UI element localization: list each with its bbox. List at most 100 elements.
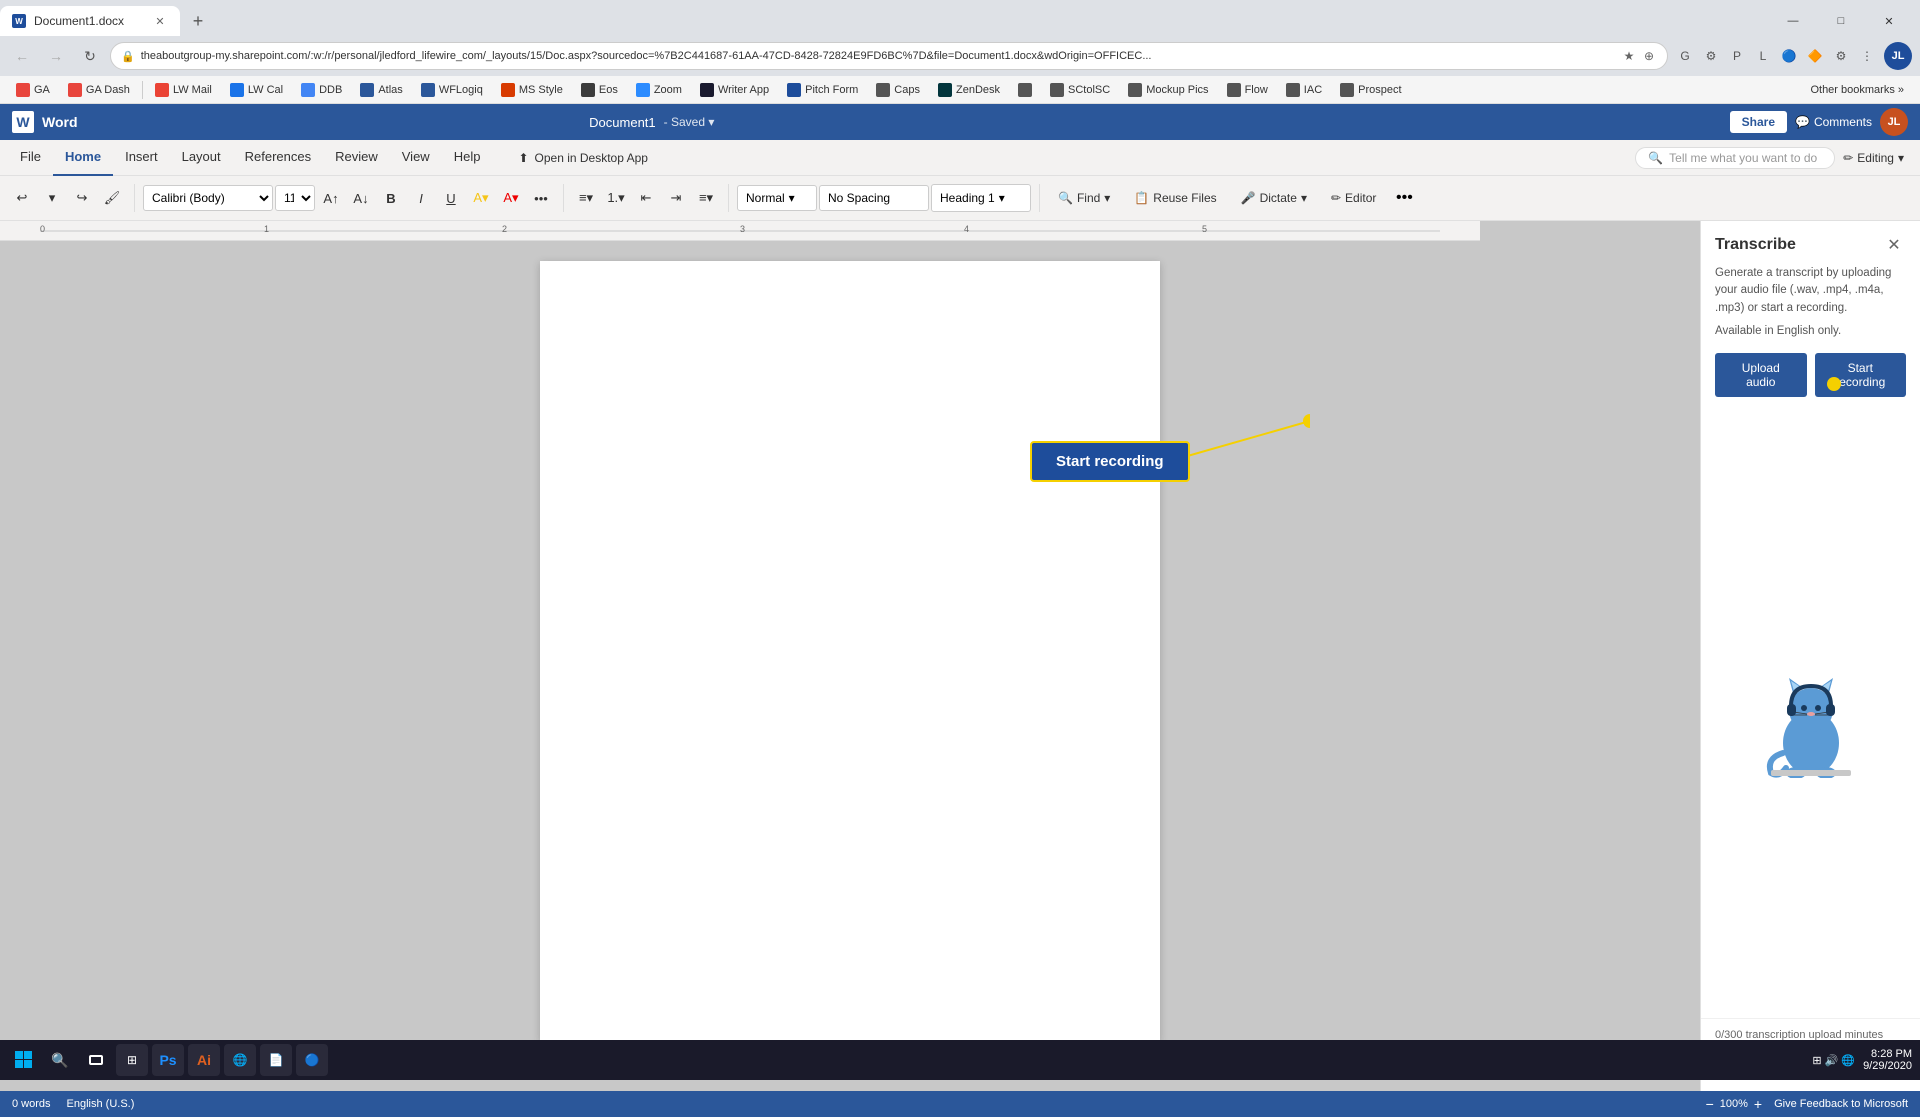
zoom-out-button[interactable]: − (1706, 1096, 1714, 1112)
maximize-button[interactable]: □ (1818, 6, 1864, 36)
font-name-selector[interactable]: Calibri (Body) (143, 185, 273, 211)
underline-button[interactable]: U (437, 184, 465, 212)
user-profile[interactable]: JL (1880, 108, 1908, 136)
bookmark-atlas[interactable]: Atlas (352, 81, 410, 99)
font-color-button[interactable]: A▾ (497, 184, 525, 212)
open-desktop-button[interactable]: ⬆ Open in Desktop App (508, 147, 657, 169)
dictate-button[interactable]: 🎤 Dictate ▾ (1231, 187, 1317, 209)
taskbar-app-6[interactable]: 🔵 (296, 1044, 328, 1076)
reuse-files-button[interactable]: 📋 Reuse Files (1124, 187, 1226, 209)
redo-button[interactable]: ↪ (68, 184, 96, 212)
tab-home[interactable]: Home (53, 140, 113, 176)
tab-help[interactable]: Help (442, 140, 493, 176)
close-button[interactable]: ✕ (1866, 6, 1912, 36)
decrease-indent-button[interactable]: ⇤ (632, 184, 660, 212)
taskbar-app-1[interactable]: ⊞ (116, 1044, 148, 1076)
ext-icon-6[interactable]: 🔶 (1804, 45, 1826, 67)
taskbar-app-photoshop[interactable]: Ps (152, 1044, 184, 1076)
more-font-button[interactable]: ••• (527, 184, 555, 212)
bookmark-ms-style[interactable]: MS Style (493, 81, 571, 99)
bold-button[interactable]: B (377, 184, 405, 212)
star-icon[interactable]: ★ (1621, 48, 1637, 64)
document-area[interactable]: 0 1 2 3 4 5 Start recording (0, 221, 1700, 1091)
browser-tab[interactable]: W Document1.docx ✕ (0, 6, 180, 36)
bookmark-ddb[interactable]: DDB (293, 81, 350, 99)
editing-mode-button[interactable]: ✏ Editing ▾ (1835, 148, 1912, 168)
minimize-button[interactable]: — (1770, 6, 1816, 36)
bookmark-ga[interactable]: GA (8, 81, 58, 99)
style-normal-dropdown[interactable]: Normal ▾ (737, 185, 817, 211)
bookmark-pitch-form[interactable]: Pitch Form (779, 81, 866, 99)
bookmark-wflogiq[interactable]: WFLogiq (413, 81, 491, 99)
taskbar-app-edge[interactable]: 🌐 (224, 1044, 256, 1076)
zoom-in-button[interactable]: + (1754, 1096, 1762, 1112)
ext-icon-5[interactable]: 🔵 (1778, 45, 1800, 67)
comments-button[interactable]: 💬 Comments (1795, 115, 1872, 129)
find-button[interactable]: 🔍 Find ▾ (1048, 187, 1120, 209)
bookmark-zoom[interactable]: Zoom (628, 81, 690, 99)
upload-audio-button[interactable]: Upload audio (1715, 353, 1807, 397)
bookmark-sctolsc[interactable]: SCtolSC (1042, 81, 1118, 99)
ext-icon-3[interactable]: P (1726, 45, 1748, 67)
bookmark-lw-mail[interactable]: LW Mail (147, 81, 220, 99)
feedback-button[interactable]: Give Feedback to Microsoft (1774, 1098, 1908, 1110)
more-options-button[interactable]: ••• (1390, 184, 1418, 212)
start-button[interactable] (8, 1044, 40, 1076)
bookmark-zendesk[interactable]: ZenDesk (930, 81, 1008, 99)
search-taskbar-button[interactable]: 🔍 (44, 1044, 76, 1076)
increase-font-button[interactable]: A↑ (317, 184, 345, 212)
tab-review[interactable]: Review (323, 140, 390, 176)
bookmark-mockup-pics[interactable]: Mockup Pics (1120, 81, 1216, 99)
bookmark-caps[interactable]: Caps (868, 81, 928, 99)
bookmark-ga-dash[interactable]: GA Dash (60, 81, 138, 99)
new-tab-button[interactable]: + (184, 7, 212, 35)
undo-button[interactable]: ↩ (8, 184, 36, 212)
profile-button[interactable]: JL (1884, 42, 1912, 70)
heading1-dropdown[interactable]: Heading 1 ▾ (931, 184, 1031, 212)
share-button[interactable]: Share (1730, 111, 1787, 133)
numbering-button[interactable]: 1.▾ (602, 184, 630, 212)
style-no-spacing-dropdown[interactable]: No Spacing (819, 185, 929, 211)
font-size-selector[interactable]: 11 (275, 185, 315, 211)
highlight-color-button[interactable]: A▾ (467, 184, 495, 212)
settings-button[interactable]: ⋮ (1856, 45, 1878, 67)
extension-icon[interactable]: ⊕ (1641, 48, 1657, 64)
bookmark-eos[interactable]: Eos (573, 81, 626, 99)
ext-icon-7[interactable]: ⚙ (1830, 45, 1852, 67)
tab-close-button[interactable]: ✕ (152, 13, 168, 29)
ext-icon-2[interactable]: ⚙ (1700, 45, 1722, 67)
taskbar-app-illustrator[interactable]: Ai (188, 1044, 220, 1076)
tab-references[interactable]: References (233, 140, 323, 176)
tab-view[interactable]: View (390, 140, 442, 176)
undo-dropdown[interactable]: ▾ (38, 184, 66, 212)
tab-layout[interactable]: Layout (170, 140, 233, 176)
ext-icon-4[interactable]: L (1752, 45, 1774, 67)
taskbar-app-5[interactable]: 📄 (260, 1044, 292, 1076)
editor-button[interactable]: ✏ Editor (1321, 187, 1386, 209)
ribbon-search[interactable]: 🔍 Tell me what you want to do (1635, 147, 1835, 169)
increase-indent-button[interactable]: ⇥ (662, 184, 690, 212)
tab-insert[interactable]: Insert (113, 140, 170, 176)
bookmark-lw-cal[interactable]: LW Cal (222, 81, 291, 99)
bookmark-prospect[interactable]: Prospect (1332, 81, 1409, 99)
document-page[interactable] (540, 261, 1160, 1041)
transcribe-close-button[interactable]: ✕ (1882, 233, 1906, 257)
bookmark-writer-app[interactable]: Writer App (692, 81, 777, 99)
alignment-button[interactable]: ≡▾ (692, 184, 720, 212)
italic-button[interactable]: I (407, 184, 435, 212)
format-painter-button[interactable]: 🖌 (98, 184, 126, 212)
decrease-font-button[interactable]: A↓ (347, 184, 375, 212)
bookmark-flow[interactable]: Flow (1219, 81, 1276, 99)
reload-button[interactable]: ↻ (76, 42, 104, 70)
bookmark-iac[interactable]: IAC (1278, 81, 1330, 99)
bookmark-thrasio[interactable] (1010, 81, 1040, 99)
other-bookmarks[interactable]: Other bookmarks » (1802, 82, 1912, 98)
tab-file[interactable]: File (8, 140, 53, 176)
url-bar[interactable]: 🔒 theaboutgroup-my.sharepoint.com/:w:/r/… (110, 42, 1668, 70)
task-view-button[interactable] (80, 1044, 112, 1076)
forward-button[interactable]: → (42, 42, 70, 70)
back-button[interactable]: ← (8, 42, 36, 70)
ext-icon-1[interactable]: G (1674, 45, 1696, 67)
start-recording-button[interactable]: Start recording (1815, 353, 1907, 397)
bullets-button[interactable]: ≡▾ (572, 184, 600, 212)
